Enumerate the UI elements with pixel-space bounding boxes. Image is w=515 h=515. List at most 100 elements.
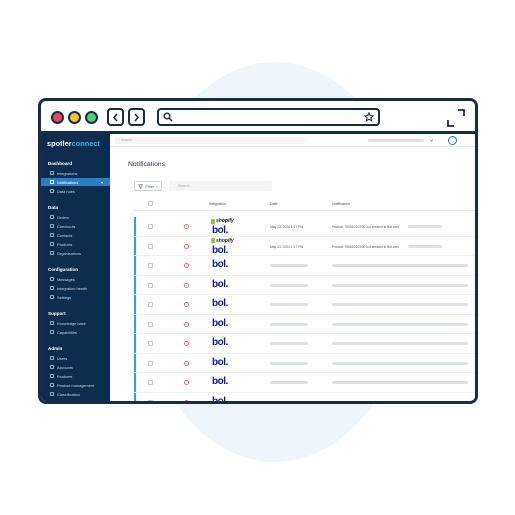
row-checkbox[interactable] [148,360,153,366]
sidebar-item-organisations[interactable]: Organisations [41,249,110,257]
row-checkbox[interactable] [148,341,153,346]
sort-icon: ↑ [278,202,281,206]
redacted-date [270,322,308,326]
sidebar-section-title: Configuration [48,267,79,272]
power-icon[interactable] [448,136,457,145]
star-icon[interactable] [364,112,374,122]
sidebar-item-data-rules[interactable]: Data rules [41,187,110,195]
sidebar-item-label: Data rules [57,188,75,194]
sidebar-item-capabilities[interactable]: Capabilities [41,328,110,336]
sidebar-item-accounts[interactable]: Accounts [41,363,110,371]
sidebar-item-checkouts[interactable]: Checkouts [41,222,110,230]
notifications-search-input[interactable]: Search... [169,181,272,191]
row-checkbox[interactable] [148,224,153,229]
brand-logo[interactable]: spotlerconnect [47,139,100,148]
table-row[interactable]: bol. [134,275,475,295]
table-row[interactable]: bol. [134,353,475,373]
box-icon [50,242,54,246]
sidebar-item-product-management[interactable]: Product management [41,381,110,389]
sidebar-item-label: Product management [57,382,95,388]
maximize-dot[interactable] [85,111,98,124]
table-row[interactable]: shopify bol. May 13, 2024 1:17 PM Product 7… [134,217,475,237]
table-row[interactable]: bol. [134,392,475,404]
table-row[interactable]: bol. [134,314,475,334]
sidebar-item-label: Classification [57,391,80,397]
shopify-label: shopify [216,218,234,224]
sidebar-item-orders[interactable]: Orders [41,213,110,221]
warning-icon [184,263,189,268]
chevron-down-icon[interactable] [429,138,434,143]
row-notification: Product 7506104/2000 not created in Bol.… [332,225,400,229]
sidebar-item-users[interactable]: Users [41,354,110,362]
sidebar-item-label: Messages [57,276,75,282]
sidebar-item-integrations[interactable]: Integrations [41,169,110,177]
features-icon [50,374,54,378]
book-icon [50,321,54,325]
sidebar-item-products[interactable]: Products [41,240,110,248]
column-date[interactable]: Date ↑ [270,202,280,206]
accounts-icon [50,365,54,369]
sidebar-section-title: Admin [48,346,63,351]
redacted-text [408,244,442,248]
column-integration[interactable]: Integration [209,202,226,206]
table-row[interactable]: bol. [134,295,475,315]
warning-icon [184,224,189,229]
filter-button[interactable]: Filter › [134,181,162,191]
account-switcher[interactable] [368,139,424,142]
warning-icon [184,282,189,288]
row-checkbox[interactable] [148,399,153,401]
sidebar-item-knowledge-base[interactable]: Knowledge base [41,319,110,327]
bol-logo: bol. [212,225,228,236]
bol-logo: bol. [212,259,228,270]
row-checkbox[interactable] [148,282,153,288]
global-search-input[interactable]: Search [115,137,305,144]
row-accent [134,295,136,314]
sidebar-item-integration-health[interactable]: Integration health [41,284,110,292]
expand-icon[interactable] [445,107,467,129]
sidebar-item-features[interactable]: Features [41,372,110,380]
redacted-date [270,342,308,345]
row-checkbox[interactable] [148,321,153,327]
sidebar-item-settings[interactable]: Settings [41,293,110,301]
sidebar: spotlerconnect Dashboard Integrations Noti… [41,134,110,401]
table-header: Integration Date ↑ Notification [134,197,475,211]
sidebar-item-label: Organisations [57,250,82,256]
column-notification[interactable]: Notification [332,202,350,206]
health-icon [50,286,54,290]
redacted-notification [332,400,468,401]
redacted-notification [332,303,468,306]
sidebar-item-classification[interactable]: Classification [41,390,110,398]
close-dot[interactable] [51,111,64,124]
table-row[interactable]: bol. [134,334,475,354]
bol-logo: bol. [212,244,228,256]
row-checkbox[interactable] [148,243,153,249]
sidebar-item-contacts[interactable]: Contacts [41,231,110,239]
table-row[interactable]: bol. [134,256,475,276]
building-icon [50,251,54,255]
bell-icon [50,180,54,184]
table-row[interactable]: shopify bol. May 13, 2024 1:17 PM Product 7… [134,236,475,256]
back-button[interactable] [107,108,124,126]
redacted-date [270,303,308,306]
row-accent [134,236,136,255]
table-row[interactable]: bol. [134,373,475,393]
minimize-dot[interactable] [68,111,81,124]
sidebar-item-label: Accounts [57,364,74,370]
address-bar[interactable] [157,108,380,126]
main-content: Notifications Filter › Search... Integra… [110,147,475,401]
sidebar-item-messages[interactable]: Messages [41,275,110,283]
sidebar-item-label: Knowledge base [57,320,86,326]
row-checkbox[interactable] [148,302,153,307]
redacted-date [270,283,308,287]
row-accent [134,275,136,294]
warning-icon [184,380,189,385]
sidebar-item-notifications[interactable]: Notifications ▾ [41,178,110,186]
forward-button[interactable] [128,108,145,126]
row-checkbox[interactable] [148,263,153,268]
bol-logo: bol. [212,395,228,404]
row-checkbox[interactable] [148,380,153,385]
select-all-checkbox[interactable] [148,201,153,206]
filter-icon [138,184,144,189]
row-accent [134,256,136,275]
shopify-label: shopify [216,237,234,244]
